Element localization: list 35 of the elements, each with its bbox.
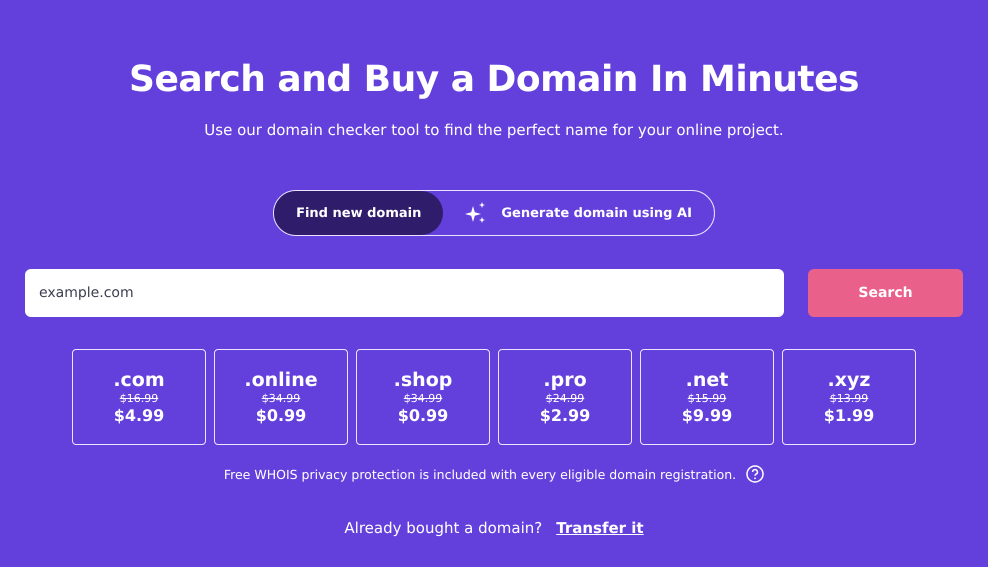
old-price: $13.99	[830, 390, 868, 406]
tld-price-card[interactable]: .net $15.99 $9.99	[640, 349, 774, 445]
tld-name: .online	[244, 368, 318, 390]
old-price: $34.99	[262, 390, 300, 406]
tld-price-card[interactable]: .online $34.99 $0.99	[214, 349, 348, 445]
tld-name: .pro	[543, 368, 587, 390]
sparkle-icon	[465, 202, 488, 224]
tld-name: .com	[113, 368, 165, 390]
tld-name: .shop	[394, 368, 452, 390]
tld-price-card[interactable]: .shop $34.99 $0.99	[356, 349, 490, 445]
help-icon[interactable]	[746, 465, 764, 483]
transfer-question: Already bought a domain?	[344, 519, 542, 537]
old-price: $24.99	[546, 390, 584, 406]
old-price: $16.99	[120, 390, 158, 406]
price: $1.99	[824, 406, 874, 426]
tld-price-card[interactable]: .pro $24.99 $2.99	[498, 349, 632, 445]
price: $4.99	[114, 406, 164, 426]
old-price: $34.99	[404, 390, 442, 406]
price: $2.99	[540, 406, 590, 426]
price: $0.99	[256, 406, 306, 426]
old-price: $15.99	[688, 390, 726, 406]
privacy-note: Free WHOIS privacy protection is included with every eligible domain registration.	[224, 466, 736, 482]
price: $0.99	[398, 406, 448, 426]
price: $9.99	[682, 406, 732, 426]
domain-search-field[interactable]: example.com	[25, 269, 784, 317]
tld-price-card[interactable]: .xyz $13.99 $1.99	[782, 349, 916, 445]
tld-name: .net	[686, 368, 728, 390]
transfer-link[interactable]: Transfer it	[556, 519, 644, 537]
mode-tab[interactable]: Generate domain using AI	[443, 191, 714, 235]
page-heading: Search and Buy a Domain In Minutes	[129, 58, 859, 102]
page-subheading: Use our domain checker tool to find the perfect name for your online project.	[204, 120, 784, 140]
search-button[interactable]: Search	[808, 269, 963, 317]
tld-price-card[interactable]: .com $16.99 $4.99	[72, 349, 206, 445]
mode-tab[interactable]: Find new domain	[274, 191, 444, 235]
tld-name: .xyz	[828, 368, 870, 390]
